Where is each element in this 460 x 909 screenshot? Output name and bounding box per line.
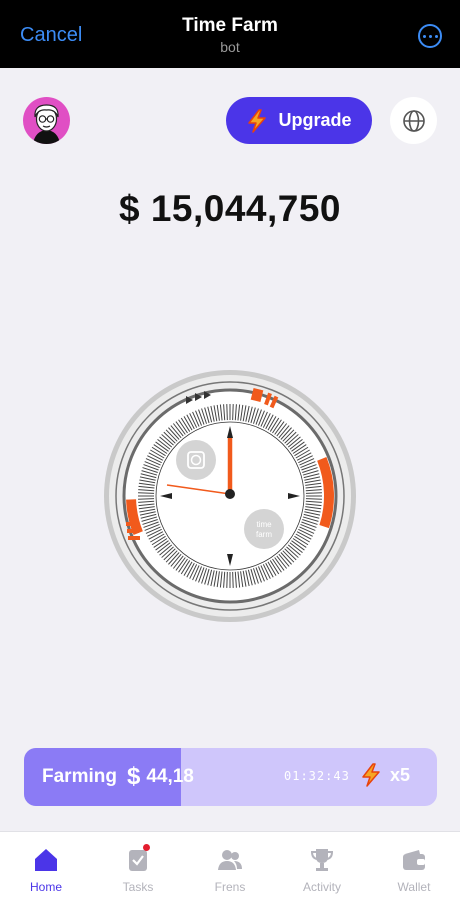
multiplier-label: x5 — [390, 764, 411, 785]
nav-tab-wallet[interactable]: Wallet — [368, 832, 460, 909]
farming-timer: 01:32:43 — [284, 769, 350, 783]
nav-tab-frens[interactable]: Frens — [184, 832, 276, 909]
notification-dot — [143, 844, 150, 851]
nav-label-frens: Frens — [214, 880, 246, 894]
farming-amount: $ 44,18 — [127, 763, 194, 791]
wallet-icon — [403, 850, 425, 870]
app-subtitle: bot — [220, 39, 240, 55]
svg-text:farm: farm — [256, 530, 272, 539]
farming-currency: $ — [126, 763, 141, 790]
nav-label-tasks: Tasks — [122, 880, 154, 894]
globe-icon — [402, 109, 425, 132]
boost-multiplier[interactable]: x5 — [360, 763, 410, 787]
svg-text:time: time — [256, 520, 272, 529]
trophy-icon — [310, 849, 334, 871]
clock-dial[interactable]: time farm — [100, 366, 360, 626]
app-title: Time Farm — [182, 15, 278, 36]
farming-bar[interactable]: Farming $ 44,18 01:32:43 x5 — [24, 748, 437, 806]
bottom-nav: Home Tasks Frens Activity Wallet — [0, 831, 460, 909]
nav-tab-activity[interactable]: Activity — [276, 832, 368, 909]
upgrade-button[interactable]: Upgrade — [226, 97, 372, 144]
language-button[interactable] — [390, 97, 437, 144]
nav-label-activity: Activity — [302, 880, 341, 894]
farming-label: Farming — [42, 766, 117, 787]
nav-label-home: Home — [29, 880, 62, 894]
nav-tab-home[interactable]: Home — [0, 832, 92, 909]
upgrade-label: Upgrade — [278, 110, 352, 130]
farming-amount-value: 44,18 — [146, 766, 194, 787]
lightning-icon — [362, 763, 380, 787]
balance-amount: $ 15,044,750 — [118, 188, 342, 229]
home-icon — [35, 849, 57, 871]
nav-tab-tasks[interactable]: Tasks — [92, 832, 184, 909]
more-options-icon[interactable] — [418, 24, 442, 48]
frens-icon — [218, 850, 242, 870]
avatar[interactable] — [23, 97, 70, 144]
lightning-icon — [248, 108, 267, 133]
nav-label-wallet: Wallet — [397, 880, 431, 894]
top-bar: Cancel Time Farm bot — [0, 0, 460, 68]
